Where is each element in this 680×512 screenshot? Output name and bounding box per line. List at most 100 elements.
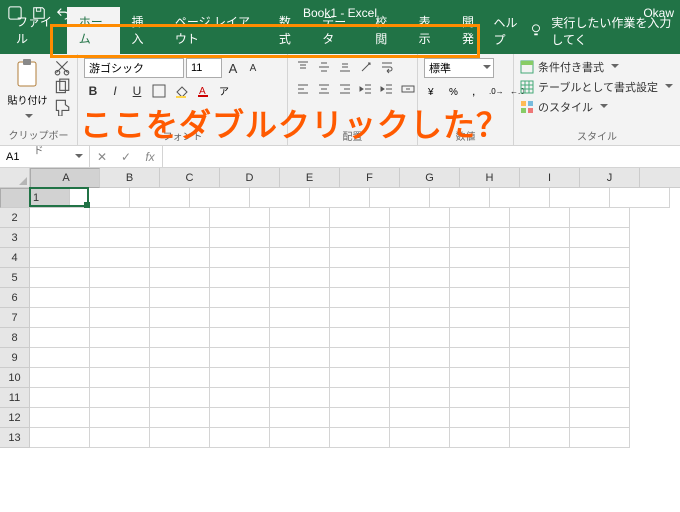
column-header[interactable]: J xyxy=(580,168,640,187)
cell[interactable] xyxy=(70,188,130,208)
cell[interactable] xyxy=(30,308,90,328)
cell[interactable] xyxy=(330,328,390,348)
cell[interactable] xyxy=(510,408,570,428)
cell[interactable] xyxy=(450,428,510,448)
cell[interactable] xyxy=(390,268,450,288)
decrease-font-icon[interactable]: A xyxy=(244,59,262,77)
row-header[interactable]: 3 xyxy=(0,228,30,248)
cell[interactable] xyxy=(390,248,450,268)
cell[interactable] xyxy=(270,288,330,308)
cell[interactable] xyxy=(570,228,630,248)
cell[interactable] xyxy=(30,348,90,368)
cell[interactable] xyxy=(570,348,630,368)
cell[interactable] xyxy=(390,288,450,308)
tab-review[interactable]: 校閲 xyxy=(363,7,406,54)
cell[interactable] xyxy=(90,328,150,348)
italic-button[interactable]: I xyxy=(106,82,124,100)
cell[interactable] xyxy=(150,288,210,308)
cell[interactable] xyxy=(150,368,210,388)
increase-indent-icon[interactable] xyxy=(378,80,396,98)
tab-data[interactable]: データ xyxy=(310,7,363,54)
column-header[interactable]: C xyxy=(160,168,220,187)
cell[interactable] xyxy=(30,228,90,248)
cell[interactable] xyxy=(90,288,150,308)
cell[interactable] xyxy=(150,348,210,368)
cell[interactable] xyxy=(370,188,430,208)
cell[interactable] xyxy=(150,428,210,448)
row-header[interactable]: 9 xyxy=(0,348,30,368)
cell[interactable] xyxy=(330,248,390,268)
cell[interactable] xyxy=(390,228,450,248)
cell[interactable] xyxy=(270,328,330,348)
orientation-icon[interactable] xyxy=(357,58,375,76)
cell[interactable] xyxy=(330,268,390,288)
cell[interactable] xyxy=(210,228,270,248)
cell[interactable] xyxy=(210,208,270,228)
cell[interactable] xyxy=(90,248,150,268)
cell[interactable] xyxy=(570,408,630,428)
cell[interactable] xyxy=(430,188,490,208)
cell[interactable] xyxy=(30,428,90,448)
row-header[interactable]: 1 xyxy=(0,188,70,208)
cell[interactable] xyxy=(150,248,210,268)
cell[interactable] xyxy=(270,268,330,288)
cell[interactable] xyxy=(210,248,270,268)
cell[interactable] xyxy=(510,288,570,308)
cell[interactable] xyxy=(210,308,270,328)
cell[interactable] xyxy=(390,388,450,408)
row-header[interactable]: 8 xyxy=(0,328,30,348)
tab-help[interactable]: ヘルプ xyxy=(493,14,521,48)
cell[interactable] xyxy=(330,368,390,388)
align-center-icon[interactable] xyxy=(315,80,333,98)
row-header[interactable]: 11 xyxy=(0,388,30,408)
border-icon[interactable] xyxy=(150,82,168,100)
cell[interactable] xyxy=(510,248,570,268)
cell[interactable] xyxy=(390,328,450,348)
cell[interactable] xyxy=(570,308,630,328)
row-header[interactable]: 4 xyxy=(0,248,30,268)
cell[interactable] xyxy=(490,188,550,208)
column-header[interactable]: E xyxy=(280,168,340,187)
cell[interactable] xyxy=(450,348,510,368)
cell[interactable] xyxy=(510,328,570,348)
cell[interactable] xyxy=(510,208,570,228)
cell[interactable] xyxy=(270,228,330,248)
cell[interactable] xyxy=(450,408,510,428)
cell[interactable] xyxy=(610,188,670,208)
cell[interactable] xyxy=(450,268,510,288)
cell[interactable] xyxy=(210,408,270,428)
cell[interactable] xyxy=(330,288,390,308)
cell[interactable] xyxy=(510,268,570,288)
column-header[interactable]: I xyxy=(520,168,580,187)
cell[interactable] xyxy=(570,428,630,448)
underline-button[interactable]: U xyxy=(128,82,146,100)
cell[interactable] xyxy=(150,228,210,248)
cell[interactable] xyxy=(150,388,210,408)
decrease-indent-icon[interactable] xyxy=(357,80,375,98)
cell[interactable] xyxy=(30,328,90,348)
cell[interactable] xyxy=(390,208,450,228)
cell[interactable] xyxy=(210,328,270,348)
font-name-select[interactable] xyxy=(84,58,184,78)
cell[interactable] xyxy=(510,388,570,408)
cell[interactable] xyxy=(510,308,570,328)
cell[interactable] xyxy=(390,308,450,328)
wrap-text-icon[interactable] xyxy=(378,58,396,76)
cell[interactable] xyxy=(570,328,630,348)
cell[interactable] xyxy=(570,368,630,388)
column-header[interactable]: G xyxy=(400,168,460,187)
format-as-table-button[interactable]: テーブルとして書式設定 xyxy=(520,78,673,96)
cell[interactable] xyxy=(210,268,270,288)
cell[interactable] xyxy=(150,308,210,328)
cell[interactable] xyxy=(450,388,510,408)
cell[interactable] xyxy=(210,388,270,408)
cell[interactable] xyxy=(510,368,570,388)
tab-page-layout[interactable]: ページ レイアウト xyxy=(163,7,267,54)
cell[interactable] xyxy=(450,208,510,228)
cell[interactable] xyxy=(330,208,390,228)
align-left-icon[interactable] xyxy=(294,80,312,98)
cell[interactable] xyxy=(570,268,630,288)
paste-button[interactable]: 貼り付け xyxy=(6,58,49,125)
cell[interactable] xyxy=(30,388,90,408)
align-bottom-icon[interactable] xyxy=(336,58,354,76)
